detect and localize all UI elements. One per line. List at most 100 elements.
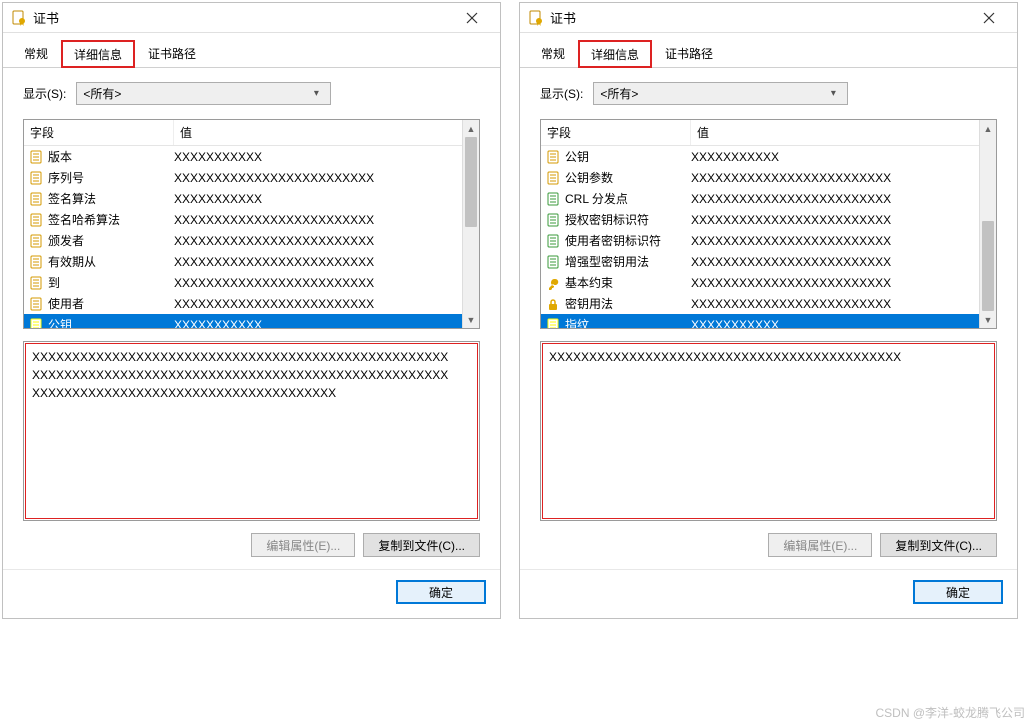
- table-row[interactable]: 使用者密钥标识符XXXXXXXXXXXXXXXXXXXXXXXXX: [541, 230, 979, 251]
- tab-general[interactable]: 常规: [528, 39, 578, 67]
- row-value: XXXXXXXXXXX: [174, 192, 458, 206]
- table-row[interactable]: 颁发者XXXXXXXXXXXXXXXXXXXXXXXXX: [24, 230, 462, 251]
- doc-icon: [545, 317, 561, 329]
- close-button[interactable]: [452, 4, 492, 32]
- key-icon: [545, 275, 561, 291]
- edit-properties-button: 编辑属性(E)...: [768, 533, 872, 557]
- row-value: XXXXXXXXXXXXXXXXXXXXXXXXX: [691, 297, 975, 311]
- row-value: XXXXXXXXXXXXXXXXXXXXXXXXX: [174, 276, 458, 290]
- field-list[interactable]: 字段 值 版本XXXXXXXXXXX序列号XXXXXXXXXXXXXXXXXXX…: [23, 119, 480, 329]
- cert-icon: [528, 10, 544, 26]
- copy-to-file-button[interactable]: 复制到文件(C)...: [880, 533, 997, 557]
- row-value: XXXXXXXXXXXXXXXXXXXXXXXXX: [174, 234, 458, 248]
- show-label: 显示(S):: [23, 85, 66, 102]
- tab-strip: 常规 详细信息 证书路径: [3, 33, 500, 68]
- show-select[interactable]: <所有> ▾: [593, 82, 848, 105]
- row-value: XXXXXXXXXXXXXXXXXXXXXXXXX: [691, 276, 975, 290]
- copy-to-file-button[interactable]: 复制到文件(C)...: [363, 533, 480, 557]
- table-row[interactable]: 签名哈希算法XXXXXXXXXXXXXXXXXXXXXXXXX: [24, 209, 462, 230]
- doc-icon: [545, 149, 561, 165]
- ext-icon: [545, 233, 561, 249]
- row-field: 签名哈希算法: [48, 211, 174, 228]
- row-value: XXXXXXXXXXX: [691, 318, 975, 329]
- table-row[interactable]: CRL 分发点XXXXXXXXXXXXXXXXXXXXXXXXX: [541, 188, 979, 209]
- table-row[interactable]: 到XXXXXXXXXXXXXXXXXXXXXXXXX: [24, 272, 462, 293]
- ok-button[interactable]: 确定: [913, 580, 1003, 604]
- show-select[interactable]: <所有> ▾: [76, 82, 331, 105]
- scroll-down-icon[interactable]: ▼: [463, 311, 479, 328]
- row-field: 授权密钥标识符: [565, 211, 691, 228]
- col-field[interactable]: 字段: [24, 120, 174, 145]
- row-field: 公钥: [565, 148, 691, 165]
- table-row[interactable]: 基本约束XXXXXXXXXXXXXXXXXXXXXXXXX: [541, 272, 979, 293]
- scroll-down-icon[interactable]: ▼: [980, 311, 996, 328]
- table-row[interactable]: 公钥参数XXXXXXXXXXXXXXXXXXXXXXXXX: [541, 167, 979, 188]
- tab-path[interactable]: 证书路径: [652, 39, 726, 67]
- table-row[interactable]: 指纹XXXXXXXXXXX: [541, 314, 979, 328]
- row-field: 到: [48, 274, 174, 291]
- list-scrollbar[interactable]: ▲ ▼: [462, 120, 479, 328]
- tab-general[interactable]: 常规: [11, 39, 61, 67]
- cert-icon: [11, 10, 27, 26]
- row-value: XXXXXXXXXXXXXXXXXXXXXXXXX: [174, 297, 458, 311]
- row-value: XXXXXXXXXXXXXXXXXXXXXXXXX: [691, 255, 975, 269]
- table-row[interactable]: 有效期从XXXXXXXXXXXXXXXXXXXXXXXXX: [24, 251, 462, 272]
- doc-icon: [28, 212, 44, 228]
- scroll-thumb[interactable]: [982, 221, 994, 311]
- row-value: XXXXXXXXXXXXXXXXXXXXXXXXX: [691, 234, 975, 248]
- tab-path[interactable]: 证书路径: [135, 39, 209, 67]
- scroll-up-icon[interactable]: ▲: [980, 120, 996, 137]
- row-value: XXXXXXXXXXX: [174, 150, 458, 164]
- certificate-window-right: 证书 常规 详细信息 证书路径 显示(S): <所有> ▾ 字段 值: [519, 2, 1018, 619]
- list-scrollbar[interactable]: ▲ ▼: [979, 120, 996, 328]
- chevron-down-icon: ▾: [308, 88, 324, 99]
- detail-value-box[interactable]: XXXXXXXXXXXXXXXXXXXXXXXXXXXXXXXXXXXXXXXX…: [23, 341, 480, 521]
- ext-icon: [545, 254, 561, 270]
- col-value[interactable]: 值: [691, 120, 979, 145]
- row-field: 使用者: [48, 295, 174, 312]
- show-select-value: <所有>: [600, 85, 825, 102]
- row-field: CRL 分发点: [565, 190, 691, 207]
- doc-icon: [28, 296, 44, 312]
- col-value[interactable]: 值: [174, 120, 462, 145]
- ok-button[interactable]: 确定: [396, 580, 486, 604]
- row-field: 公钥: [48, 316, 174, 328]
- table-row[interactable]: 序列号XXXXXXXXXXXXXXXXXXXXXXXXX: [24, 167, 462, 188]
- doc-icon: [28, 170, 44, 186]
- scroll-thumb[interactable]: [465, 137, 477, 227]
- table-row[interactable]: 公钥XXXXXXXXXXX: [541, 146, 979, 167]
- row-field: 密钥用法: [565, 295, 691, 312]
- detail-value-box[interactable]: XXXXXXXXXXXXXXXXXXXXXXXXXXXXXXXXXXXXXXXX…: [540, 341, 997, 521]
- lock-icon: [545, 296, 561, 312]
- row-value: XXXXXXXXXXXXXXXXXXXXXXXXX: [691, 213, 975, 227]
- edit-properties-button: 编辑属性(E)...: [251, 533, 355, 557]
- tab-details[interactable]: 详细信息: [61, 40, 135, 68]
- row-value: XXXXXXXXXXXXXXXXXXXXXXXXX: [174, 171, 458, 185]
- scroll-up-icon[interactable]: ▲: [463, 120, 479, 137]
- row-value: XXXXXXXXXXX: [691, 150, 975, 164]
- doc-icon: [28, 275, 44, 291]
- table-row[interactable]: 授权密钥标识符XXXXXXXXXXXXXXXXXXXXXXXXX: [541, 209, 979, 230]
- col-field[interactable]: 字段: [541, 120, 691, 145]
- row-value: XXXXXXXXXXXXXXXXXXXXXXXXX: [174, 213, 458, 227]
- doc-icon: [28, 149, 44, 165]
- field-list[interactable]: 字段 值 公钥XXXXXXXXXXX公钥参数XXXXXXXXXXXXXXXXXX…: [540, 119, 997, 329]
- titlebar: 证书: [3, 3, 500, 33]
- row-field: 公钥参数: [565, 169, 691, 186]
- show-select-value: <所有>: [83, 85, 308, 102]
- tab-details[interactable]: 详细信息: [578, 40, 652, 68]
- row-field: 签名算法: [48, 190, 174, 207]
- table-row[interactable]: 密钥用法XXXXXXXXXXXXXXXXXXXXXXXXX: [541, 293, 979, 314]
- close-button[interactable]: [969, 4, 1009, 32]
- doc-icon: [28, 233, 44, 249]
- table-row[interactable]: 签名算法XXXXXXXXXXX: [24, 188, 462, 209]
- certificate-window-left: 证书 常规 详细信息 证书路径 显示(S): <所有> ▾ 字段 值: [2, 2, 501, 619]
- table-row[interactable]: 公钥XXXXXXXXXXX: [24, 314, 462, 328]
- table-row[interactable]: 使用者XXXXXXXXXXXXXXXXXXXXXXXXX: [24, 293, 462, 314]
- row-value: XXXXXXXXXXXXXXXXXXXXXXXXX: [691, 171, 975, 185]
- row-field: 使用者密钥标识符: [565, 232, 691, 249]
- doc-icon: [545, 170, 561, 186]
- table-row[interactable]: 增强型密钥用法XXXXXXXXXXXXXXXXXXXXXXXXX: [541, 251, 979, 272]
- table-row[interactable]: 版本XXXXXXXXXXX: [24, 146, 462, 167]
- titlebar: 证书: [520, 3, 1017, 33]
